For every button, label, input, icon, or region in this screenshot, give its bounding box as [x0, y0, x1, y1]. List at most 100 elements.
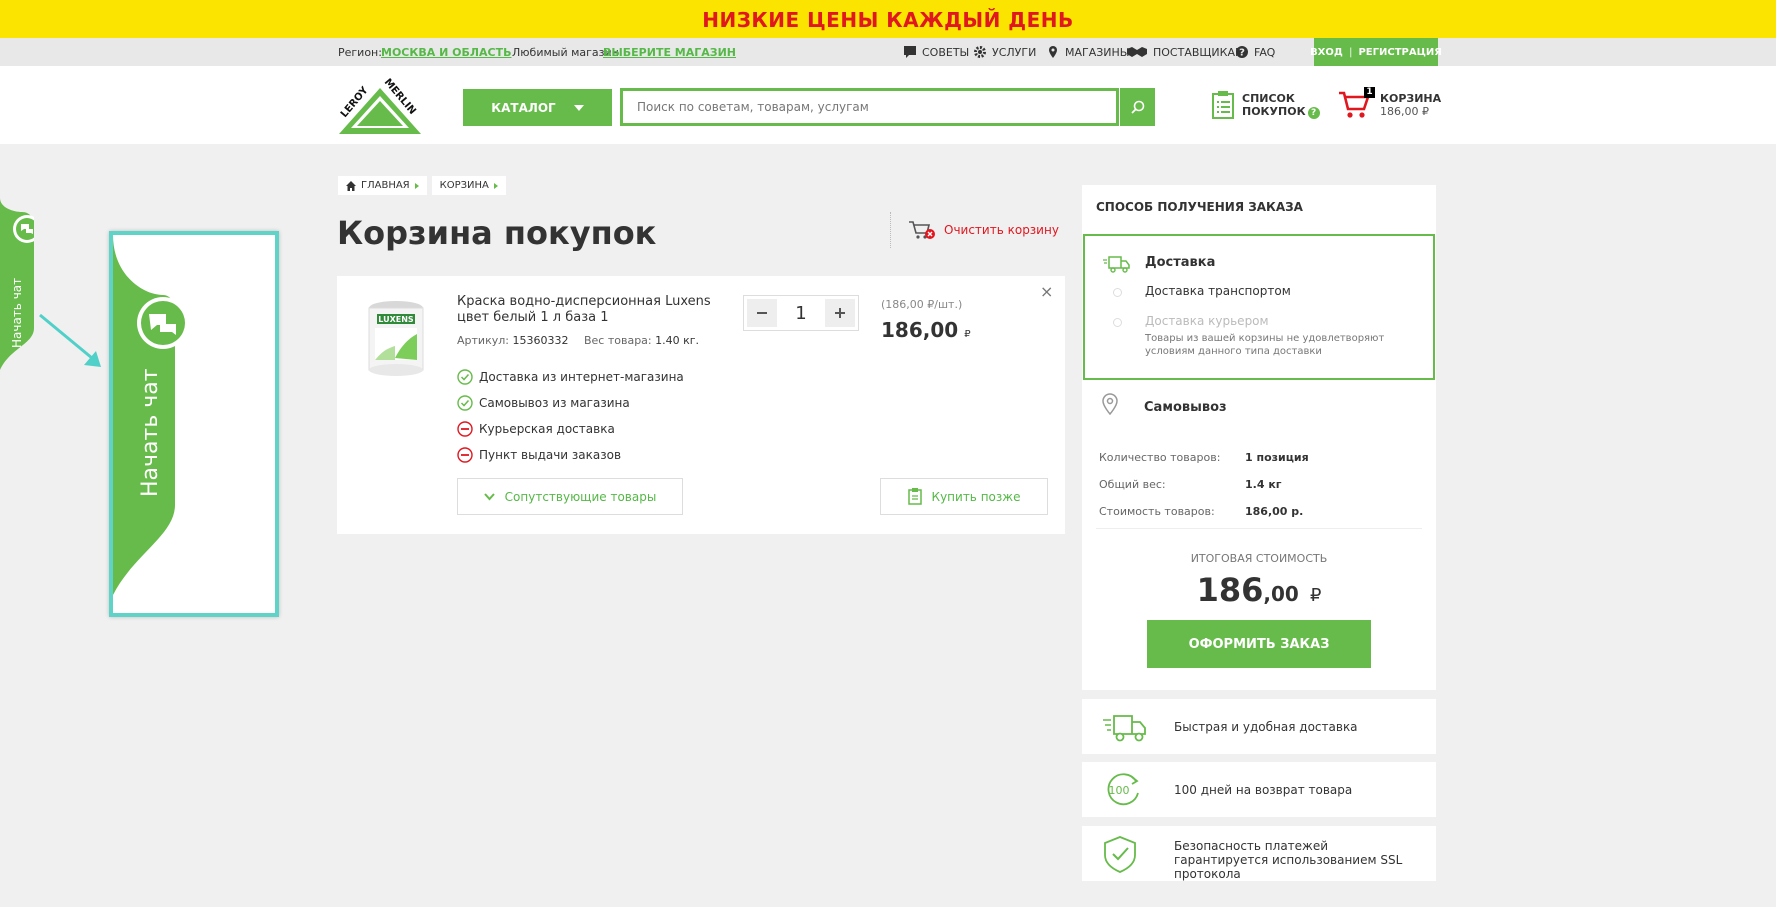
breadcrumb-home[interactable]: ГЛАВНАЯ	[338, 176, 427, 195]
total-frac: ,00	[1263, 582, 1299, 606]
option-pickup-point: Пункт выдачи заказов	[457, 442, 684, 468]
checkout-button[interactable]: ОФОРМИТЬ ЗАКАЗ	[1147, 620, 1371, 668]
benefit-delivery: Быстрая и удобная доставка	[1082, 699, 1436, 754]
breadcrumb-home-label: ГЛАВНАЯ	[361, 180, 410, 191]
option-label: Пункт выдачи заказов	[479, 448, 622, 462]
radio-transport[interactable]	[1113, 288, 1122, 297]
nav-stores[interactable]: Магазины	[1046, 45, 1130, 59]
summary-cost-label: Стоимость товаров:	[1099, 505, 1215, 518]
benefit-text: 100 дней на возврат товара	[1174, 783, 1353, 797]
cart-item: LUXENS Краска водно-дисперсионная Luxens…	[337, 276, 1065, 534]
page-title: Корзина покупок	[337, 214, 657, 252]
shopping-list-link[interactable]: СПИСОК ПОКУПОК?	[1212, 91, 1320, 119]
order-method-heading: СПОСОБ ПОЛУЧЕНИЯ ЗАКАЗА	[1096, 200, 1303, 214]
map-pin-icon	[1102, 393, 1118, 415]
benefit-returns: 100 100 дней на возврат товара	[1082, 762, 1436, 817]
catalog-button[interactable]: КАТАЛОГ	[463, 89, 612, 126]
leroy-merlin-logo[interactable]: LEROY MERLIN	[337, 74, 423, 136]
svg-text:Начать чат: Начать чат	[10, 278, 24, 348]
login-link[interactable]: ВХОД	[1310, 47, 1343, 58]
courier-unavailable-note: Товары из вашей корзины не удовлетворяют…	[1145, 333, 1385, 357]
nav-faq[interactable]: ? FAQ	[1235, 45, 1275, 59]
delivery-options-list: Доставка из интернет-магазина Самовывоз …	[457, 364, 684, 468]
article-label: Артикул:	[457, 334, 509, 347]
plus-icon	[834, 308, 845, 318]
clear-cart-button[interactable]: Очистить корзину	[908, 220, 1059, 240]
remove-item-button[interactable]: ×	[1040, 282, 1053, 301]
store-link[interactable]: ВЫБЕРИТЕ МАГАЗИН	[603, 46, 736, 59]
map-pin-icon	[1049, 46, 1057, 58]
delivery-title: Доставка	[1145, 255, 1216, 270]
clear-cart-label: Очистить корзину	[944, 223, 1059, 237]
register-link[interactable]: РЕГИСТРАЦИЯ	[1358, 47, 1441, 58]
home-icon	[346, 180, 356, 191]
quantity-stepper: 1	[743, 295, 859, 331]
pickup-option[interactable]: Самовывоз	[1144, 400, 1227, 415]
promo-text: НИЗКИЕ ЦЕНЫ КАЖДЫЙ ДЕНЬ	[702, 8, 1074, 32]
buy-later-button[interactable]: Купить позже	[880, 478, 1048, 515]
pointer-arrow	[39, 313, 101, 367]
svg-text:Начать чат: Начать чат	[138, 368, 163, 497]
total-int: 186	[1196, 571, 1264, 609]
chevron-down-icon	[573, 104, 584, 111]
truck-icon	[1103, 256, 1130, 273]
total-label: Итоговая стоимость	[1190, 552, 1328, 565]
nav-tips[interactable]: Советы	[903, 45, 969, 59]
search-box	[620, 88, 1119, 126]
product-image[interactable]: LUXENS	[365, 298, 427, 378]
unit-price: (186,00 ₽/шт.)	[881, 298, 963, 311]
chat-tab-large[interactable]: Начать чат	[113, 235, 275, 613]
delivery-transport-label[interactable]: Доставка транспортом	[1145, 284, 1291, 298]
list-label-1: СПИСОК	[1242, 91, 1295, 105]
radio-courier[interactable]	[1113, 318, 1122, 327]
search-button[interactable]	[1120, 88, 1155, 126]
option-courier: Курьерская доставка	[457, 416, 684, 442]
nav-services-label: Услуги	[992, 45, 1037, 59]
chat-bubble-icon	[904, 46, 916, 58]
login-register-button[interactable]: ВХОД | РЕГИСТРАЦИЯ	[1310, 38, 1442, 66]
region-label: Регион:	[338, 46, 382, 59]
svg-text:100: 100	[1109, 784, 1130, 797]
product-meta: Артикул: 15360332 Вес товара: 1.40 кг.	[457, 334, 699, 347]
search-input[interactable]	[623, 91, 1093, 123]
summary-weight-label: Общий вес:	[1099, 478, 1166, 491]
catalog-label: КАТАЛОГ	[491, 100, 556, 115]
chat-tab-small[interactable]: Начать чат	[0, 198, 34, 370]
cart-link[interactable]: 1 КОРЗИНА 186,00 ₽	[1338, 87, 1442, 120]
divider	[1096, 528, 1422, 529]
breadcrumb-cart[interactable]: КОРЗИНА	[431, 176, 506, 195]
cart-remove-icon	[909, 221, 935, 239]
benefit-text: Быстрая и удобная доставка	[1174, 720, 1358, 734]
breadcrumb-arrow-icon	[414, 182, 419, 189]
shield-check-icon	[1104, 836, 1136, 873]
related-products-button[interactable]: Сопутствующие товары	[457, 478, 683, 515]
quantity-value[interactable]: 1	[795, 303, 806, 324]
product-name[interactable]: Краска водно-дисперсионная Luxens цвет б…	[457, 294, 727, 326]
return-100-icon: 100	[1107, 773, 1139, 806]
nav-suppliers[interactable]: Поставщикам	[1126, 45, 1245, 59]
option-label: Курьерская доставка	[479, 422, 615, 436]
benefit-security: Безопасность платежей гарантируется испо…	[1082, 826, 1436, 881]
search-icon	[1130, 100, 1144, 114]
line-price: 186,00 ₽	[881, 318, 971, 342]
nav-services[interactable]: Услуги	[973, 45, 1036, 59]
delivery-option-card[interactable]: Доставка Доставка транспортом Доставка к…	[1083, 234, 1435, 380]
increase-button[interactable]	[824, 299, 855, 327]
region-link[interactable]: МОСКВА И ОБЛАСТЬ	[381, 46, 511, 59]
decrease-button[interactable]	[747, 299, 777, 327]
chevron-down-icon	[483, 492, 495, 500]
cart-label: КОРЗИНА	[1380, 92, 1442, 105]
nav-tips-label: Советы	[922, 45, 970, 59]
truck-icon	[1103, 715, 1146, 742]
weight-label: Вес товара:	[583, 334, 652, 347]
article-value: 15360332	[512, 334, 569, 347]
summary-weight-value: 1.4 кг	[1245, 478, 1282, 491]
unavailable-icon	[457, 447, 473, 463]
nav-faq-label: FAQ	[1254, 45, 1276, 59]
option-label: Доставка из интернет-магазина	[479, 370, 684, 384]
delivery-courier-label: Доставка курьером	[1145, 314, 1269, 328]
minus-icon	[757, 312, 767, 314]
nav-stores-label: Магазины	[1065, 45, 1130, 59]
help-icon[interactable]: ?	[1307, 106, 1320, 119]
summary-count-label: Количество товаров:	[1099, 451, 1221, 464]
